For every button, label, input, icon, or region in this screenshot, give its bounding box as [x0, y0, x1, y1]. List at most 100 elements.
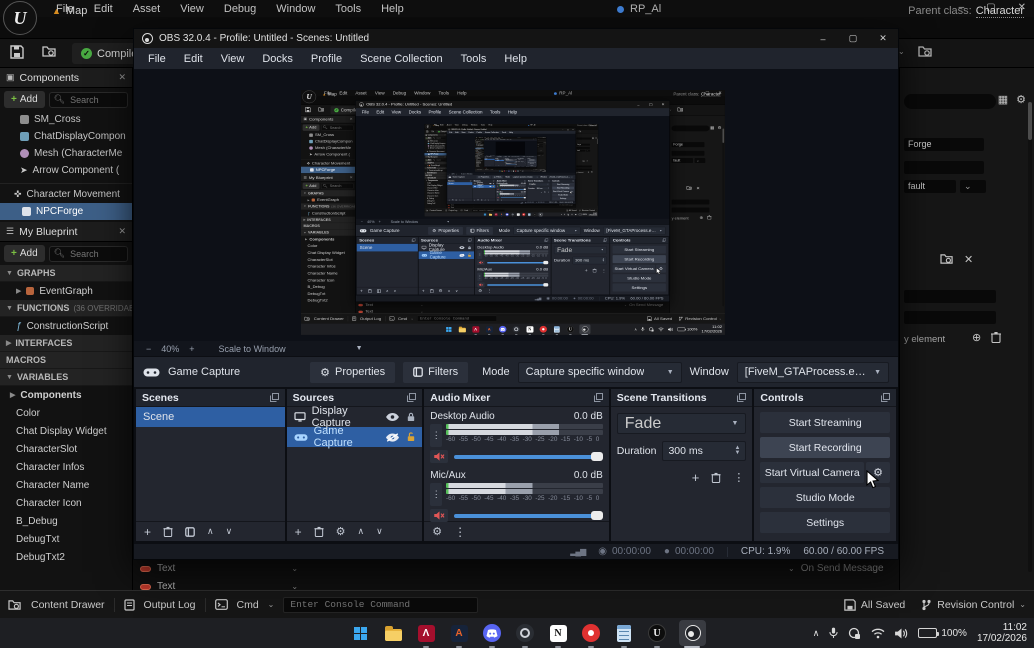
remove-source-button[interactable]	[314, 526, 324, 537]
visibility-eye-icon[interactable]	[386, 413, 399, 421]
move-source-down-button[interactable]: ∨	[376, 526, 383, 537]
visibility-eye-slash-icon[interactable]	[386, 433, 399, 442]
volume-slider[interactable]	[454, 455, 603, 459]
ue-menu-view[interactable]: View	[170, 2, 214, 16]
scale-mode-select[interactable]: Scale to Window	[219, 344, 286, 354]
move-source-up-button[interactable]: ∧	[358, 526, 365, 537]
variable-category-components[interactable]: ▶ Components	[0, 386, 132, 404]
settings-button[interactable]: Settings	[760, 512, 890, 533]
toolbar-caret-icon[interactable]: ⌄	[898, 47, 905, 56]
mode-select[interactable]: Capture specific window ▼	[518, 362, 682, 383]
start-streaming-button[interactable]: Start Streaming	[760, 412, 890, 433]
obs-menu-tools[interactable]: Tools	[452, 53, 496, 65]
details-field-empty3[interactable]	[904, 311, 996, 324]
ue-menu-edit[interactable]: Edit	[84, 2, 123, 16]
add-transition-button[interactable]: +	[692, 470, 700, 485]
section-variables[interactable]: ▼ VARIABLES	[0, 369, 132, 386]
channel-menu-button[interactable]: ⋮	[430, 424, 442, 447]
battery-indicator[interactable]: 100%	[918, 628, 967, 639]
section-graphs[interactable]: ▼ GRAPHS	[0, 265, 132, 282]
components-search[interactable]: 🔍︎	[49, 92, 128, 108]
remove-scene-button[interactable]	[163, 526, 173, 537]
details-field-fault[interactable]: fault	[904, 180, 956, 193]
mute-button[interactable]	[430, 509, 448, 522]
components-search-input[interactable]	[68, 94, 123, 106]
cmd-button[interactable]: Cmd	[237, 599, 259, 611]
window-select[interactable]: [FiveM_GTAProcess.exe]: FiveM® by Cfx.re…	[737, 362, 889, 383]
all-saved-status[interactable]: All Saved	[844, 599, 905, 611]
source-item-display-capture[interactable]: Display Capture	[287, 407, 423, 427]
browse-to-asset-icon[interactable]	[940, 253, 954, 266]
add-element-icon[interactable]: ⊕	[972, 331, 981, 344]
component-item-character-movement[interactable]: ✜ Character Movement	[0, 186, 132, 203]
event-row-text-1[interactable]: Text ⌄	[140, 563, 298, 574]
move-scene-up-button[interactable]: ∧	[207, 526, 214, 537]
obs-titlebar[interactable]: OBS 32.0.4 - Profile: Untitled - Scenes:…	[134, 29, 898, 48]
variable-item-character-name[interactable]: Character Name	[0, 476, 132, 494]
components-close-icon[interactable]: ✕	[118, 72, 126, 83]
function-item-constructionscript[interactable]: ƒ ConstructionScript	[0, 317, 132, 335]
studio-mode-button[interactable]: Studio Mode	[760, 487, 890, 508]
obs-menu-file[interactable]: File	[139, 53, 175, 65]
ue-menu-asset[interactable]: Asset	[123, 2, 171, 16]
filters-button[interactable]: Filters	[403, 362, 468, 383]
volume-slider-handle[interactable]	[591, 452, 603, 461]
obs-menu-profile[interactable]: Profile	[302, 53, 351, 65]
grid-view-icon[interactable]: ▦	[998, 93, 1008, 106]
add-source-button[interactable]: +	[295, 525, 302, 539]
notion-icon[interactable]: N	[547, 622, 569, 644]
speaker-icon[interactable]	[895, 628, 908, 639]
zoom-in-button[interactable]: +	[189, 344, 194, 354]
system-tray-app-icon[interactable]	[848, 627, 861, 640]
discord-icon[interactable]	[481, 622, 503, 644]
variable-item-debugtxt[interactable]: DebugTxt	[0, 530, 132, 548]
volume-slider[interactable]	[454, 514, 603, 518]
details-scrollbar[interactable]	[1028, 102, 1032, 572]
app-a-icon[interactable]: A	[448, 622, 470, 644]
popout-icon[interactable]	[737, 393, 746, 402]
obs-menu-docks[interactable]: Docks	[253, 53, 302, 65]
scene-filters-button[interactable]	[185, 527, 195, 537]
parent-class-link[interactable]: Character	[976, 5, 1024, 18]
source-item-game-capture[interactable]: Game Capture	[287, 427, 423, 447]
unlock-icon[interactable]	[407, 432, 415, 442]
clock[interactable]: 11:02 17/02/2026	[977, 622, 1027, 645]
channel-menu-button[interactable]: ⋮	[430, 483, 442, 506]
components-add-button[interactable]: + Add	[4, 91, 45, 108]
popout-icon[interactable]	[407, 393, 416, 402]
obs-maximize-button[interactable]: ▢	[838, 29, 868, 48]
section-interfaces[interactable]: ▶ INTERFACES	[0, 335, 132, 352]
obs-menu-help[interactable]: Help	[495, 53, 536, 65]
obs-menu-scene-collection[interactable]: Scene Collection	[351, 53, 452, 65]
blueprint-add-button[interactable]: + Add	[4, 245, 45, 262]
component-item-sm-cross[interactable]: SM_Cross	[0, 111, 132, 128]
ue-menu-help[interactable]: Help	[371, 2, 414, 16]
wifi-icon[interactable]	[871, 628, 885, 639]
obs-menu-edit[interactable]: Edit	[175, 53, 212, 65]
event-row-text-2[interactable]: Text ⌄	[140, 581, 298, 590]
obs-menu-view[interactable]: View	[212, 53, 254, 65]
tab-asset[interactable]: RP_Al	[617, 3, 661, 15]
browse-asset-icon[interactable]	[918, 45, 933, 58]
variable-item-color[interactable]: Color	[0, 404, 132, 422]
properties-button[interactable]: ⚙ Properties	[310, 362, 395, 383]
notepad-icon[interactable]	[613, 622, 635, 644]
mute-button[interactable]	[430, 450, 448, 463]
transition-menu-button[interactable]: ⋮	[733, 471, 744, 484]
epic-games-icon[interactable]: Λ	[415, 622, 437, 644]
start-recording-button[interactable]: Start Recording	[760, 437, 890, 458]
add-scene-button[interactable]: +	[144, 525, 151, 539]
obs-taskbar-icon[interactable]	[679, 620, 706, 646]
variable-item-b-debug[interactable]: B_Debug	[0, 512, 132, 530]
blueprint-search-input[interactable]	[68, 248, 123, 260]
capture-app-icon[interactable]	[514, 622, 536, 644]
scene-list-item[interactable]: Scene	[136, 407, 285, 427]
start-button-icon[interactable]	[349, 622, 371, 644]
ue-menu-debug[interactable]: Debug	[214, 2, 266, 16]
duration-down-icon[interactable]: ▼	[734, 451, 740, 456]
remove-transition-button[interactable]	[711, 472, 721, 483]
unreal-engine-taskbar-icon[interactable]: U	[646, 622, 668, 644]
my-blueprint-close-icon[interactable]: ✕	[118, 226, 126, 237]
details-field-empty[interactable]	[904, 161, 984, 174]
obs-minimize-button[interactable]: –	[808, 29, 838, 48]
